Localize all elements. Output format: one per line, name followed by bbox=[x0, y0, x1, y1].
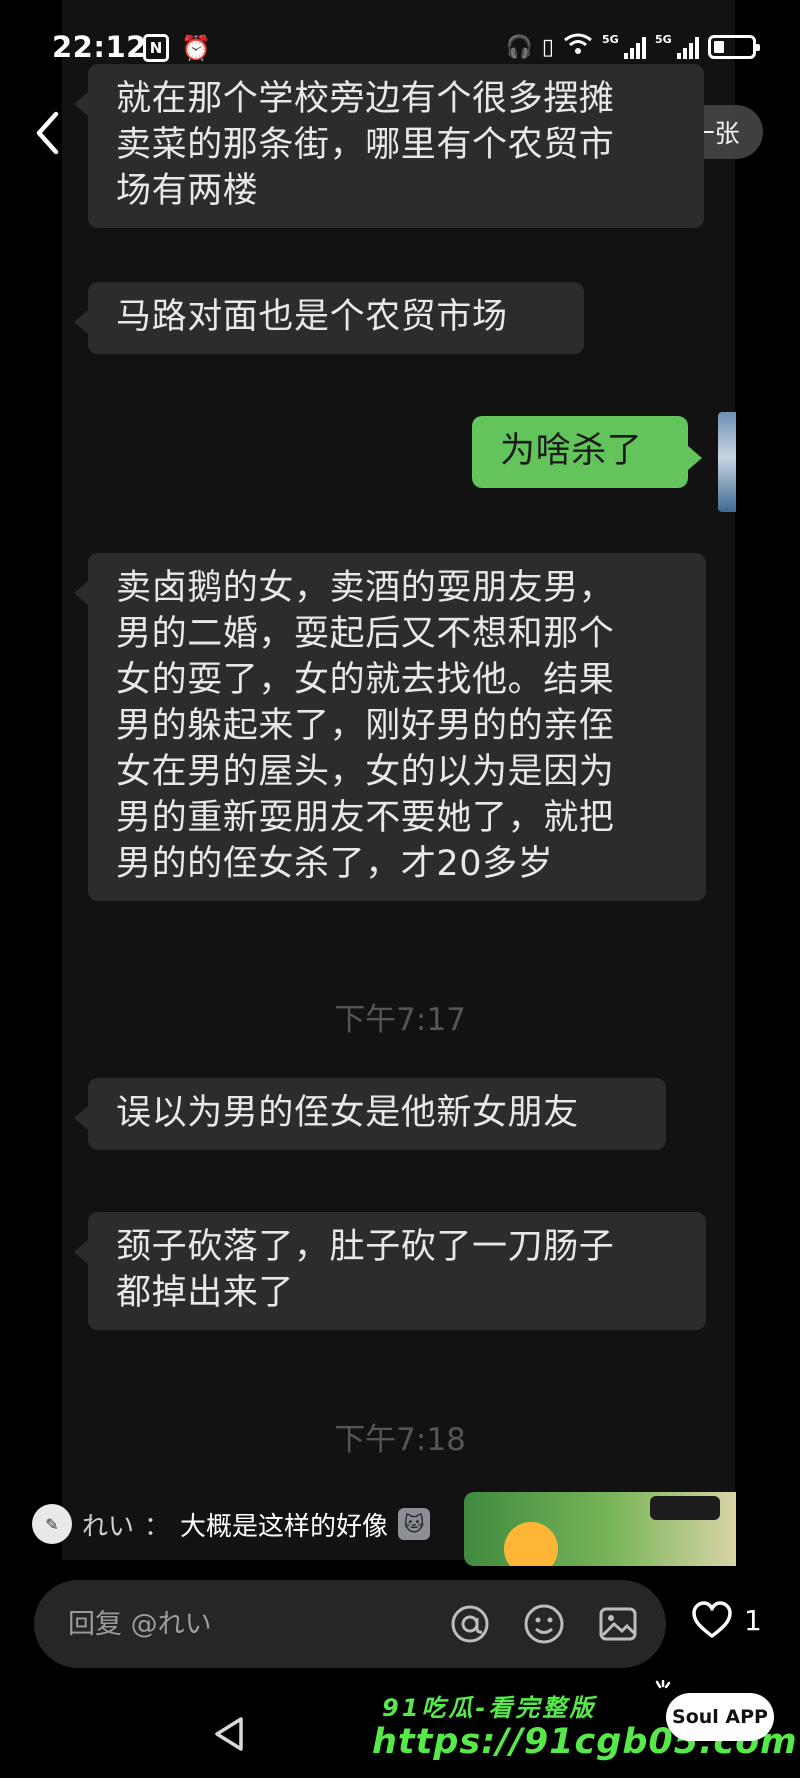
soul-app-badge: Soul APP bbox=[666, 1693, 774, 1741]
back-arrow-icon[interactable] bbox=[30, 108, 64, 158]
emoji-icon[interactable] bbox=[522, 1602, 566, 1646]
alarm-icon: ⏰ bbox=[181, 34, 211, 62]
mention-icon[interactable] bbox=[448, 1602, 492, 1646]
network-type-label: 5G bbox=[655, 33, 672, 46]
reply-bar bbox=[34, 1580, 666, 1668]
commenter-name: れい bbox=[82, 1511, 135, 1542]
chat-bubble-incoming: 就在那个学校旁边有个很多摆摊 卖菜的那条街，哪里有个农贸市 场有两楼 bbox=[74, 64, 704, 228]
sparkle-icon bbox=[655, 1680, 671, 1689]
reply-input[interactable] bbox=[68, 1604, 368, 1644]
chat-bubble-incoming: 误以为男的侄女是他新女朋友 bbox=[74, 1078, 666, 1150]
battery-icon bbox=[708, 35, 760, 59]
comment-text: 大概是这样的好像 bbox=[180, 1511, 389, 1542]
chat-bubble-incoming: 马路对面也是个农贸市场 bbox=[74, 282, 584, 354]
chat-bubble-incoming: 卖卤鹅的女，卖酒的耍朋友男， 男的二婚，耍起后又不想和那个 女的耍了，女的就去找… bbox=[74, 553, 706, 901]
chat-bubble-outgoing: 为啥杀了 bbox=[472, 416, 702, 488]
comment-preview[interactable]: ✎ れい ： 大概是这样的好像 🐱 bbox=[32, 1502, 431, 1546]
ad-graphic bbox=[504, 1522, 558, 1566]
like-button[interactable]: 1 bbox=[690, 1600, 762, 1640]
like-count: 1 bbox=[744, 1603, 762, 1637]
network-type-label: 5G bbox=[602, 33, 619, 46]
comment-separator: ： bbox=[144, 1511, 171, 1542]
watermark-line1: 91吃瓜-看完整版 bbox=[382, 1694, 597, 1722]
signal-icon-2: 5G bbox=[655, 33, 699, 59]
chat-timestamp: 下午7:17 bbox=[334, 1002, 466, 1038]
chat-timestamp: 下午7:18 bbox=[334, 1422, 466, 1458]
image-icon[interactable] bbox=[596, 1602, 640, 1646]
commenter-avatar: ✎ bbox=[32, 1504, 72, 1544]
wifi-icon bbox=[563, 32, 593, 62]
headphones-icon: 🎧 bbox=[505, 34, 533, 60]
ad-tag bbox=[650, 1496, 720, 1520]
ad-thumbnail[interactable] bbox=[464, 1492, 736, 1566]
heart-icon bbox=[692, 1601, 732, 1638]
signal-icon-1: 5G bbox=[602, 33, 646, 59]
status-time: 22:12 bbox=[52, 30, 147, 64]
sender-avatar-edge bbox=[718, 412, 736, 512]
nfc-icon: N bbox=[143, 34, 169, 62]
chat-bubble-incoming: 颈子砍落了，肚子砍了一刀肠子 都掉出来了 bbox=[74, 1212, 706, 1330]
status-right-icons: 🎧 ▯ 5G 5G bbox=[505, 32, 760, 62]
vibrate-icon: ▯ bbox=[541, 34, 554, 60]
nav-back-icon[interactable] bbox=[210, 1714, 248, 1754]
cat-emoji-icon: 🐱 bbox=[398, 1508, 431, 1540]
